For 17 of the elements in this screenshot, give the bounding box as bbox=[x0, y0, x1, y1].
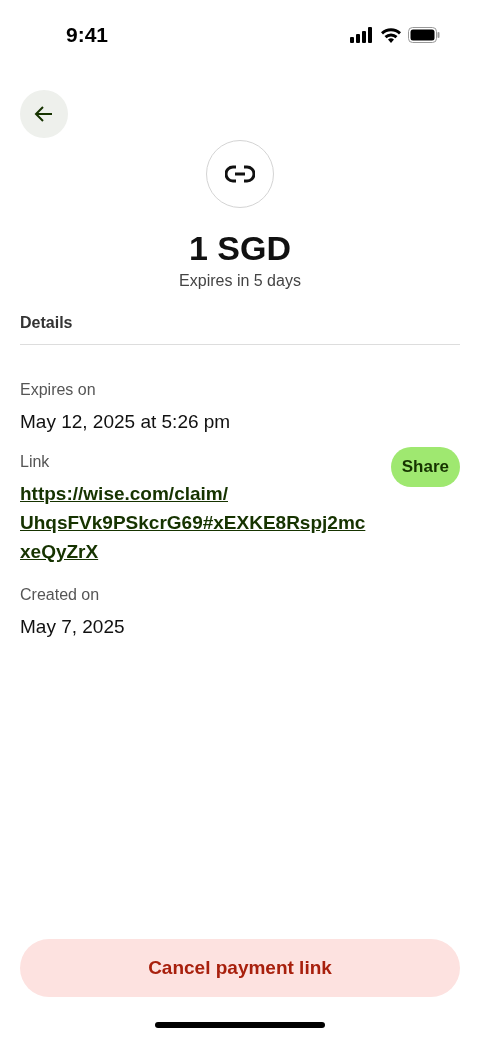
amount-title: 1 SGD bbox=[188, 228, 291, 268]
detail-label: Created on bbox=[20, 586, 101, 604]
detail-label: Link bbox=[20, 453, 51, 471]
detail-label: Expires on bbox=[20, 381, 97, 399]
back-button[interactable] bbox=[20, 90, 68, 138]
battery-icon bbox=[408, 27, 440, 43]
detail-value: May 12, 2025 at 5:26 pm bbox=[20, 411, 231, 433]
signal-icon bbox=[350, 27, 374, 43]
cancel-button[interactable]: Cancel payment link bbox=[20, 939, 460, 997]
claim-link[interactable]: https://wise.com/claim/ UhqsFVk9PSkcrG69#xEXKE8Rspj2mc xeQyZrX bbox=[20, 479, 366, 566]
expiry-subtitle: Expires in 5 days bbox=[179, 272, 301, 290]
status-time: 9:41 bbox=[66, 23, 109, 47]
wifi-icon bbox=[380, 27, 402, 43]
link-icon bbox=[225, 164, 255, 184]
detail-value: May 7, 2025 bbox=[20, 616, 125, 638]
section-title: Details bbox=[20, 314, 460, 345]
share-button[interactable]: Share bbox=[390, 447, 460, 487]
